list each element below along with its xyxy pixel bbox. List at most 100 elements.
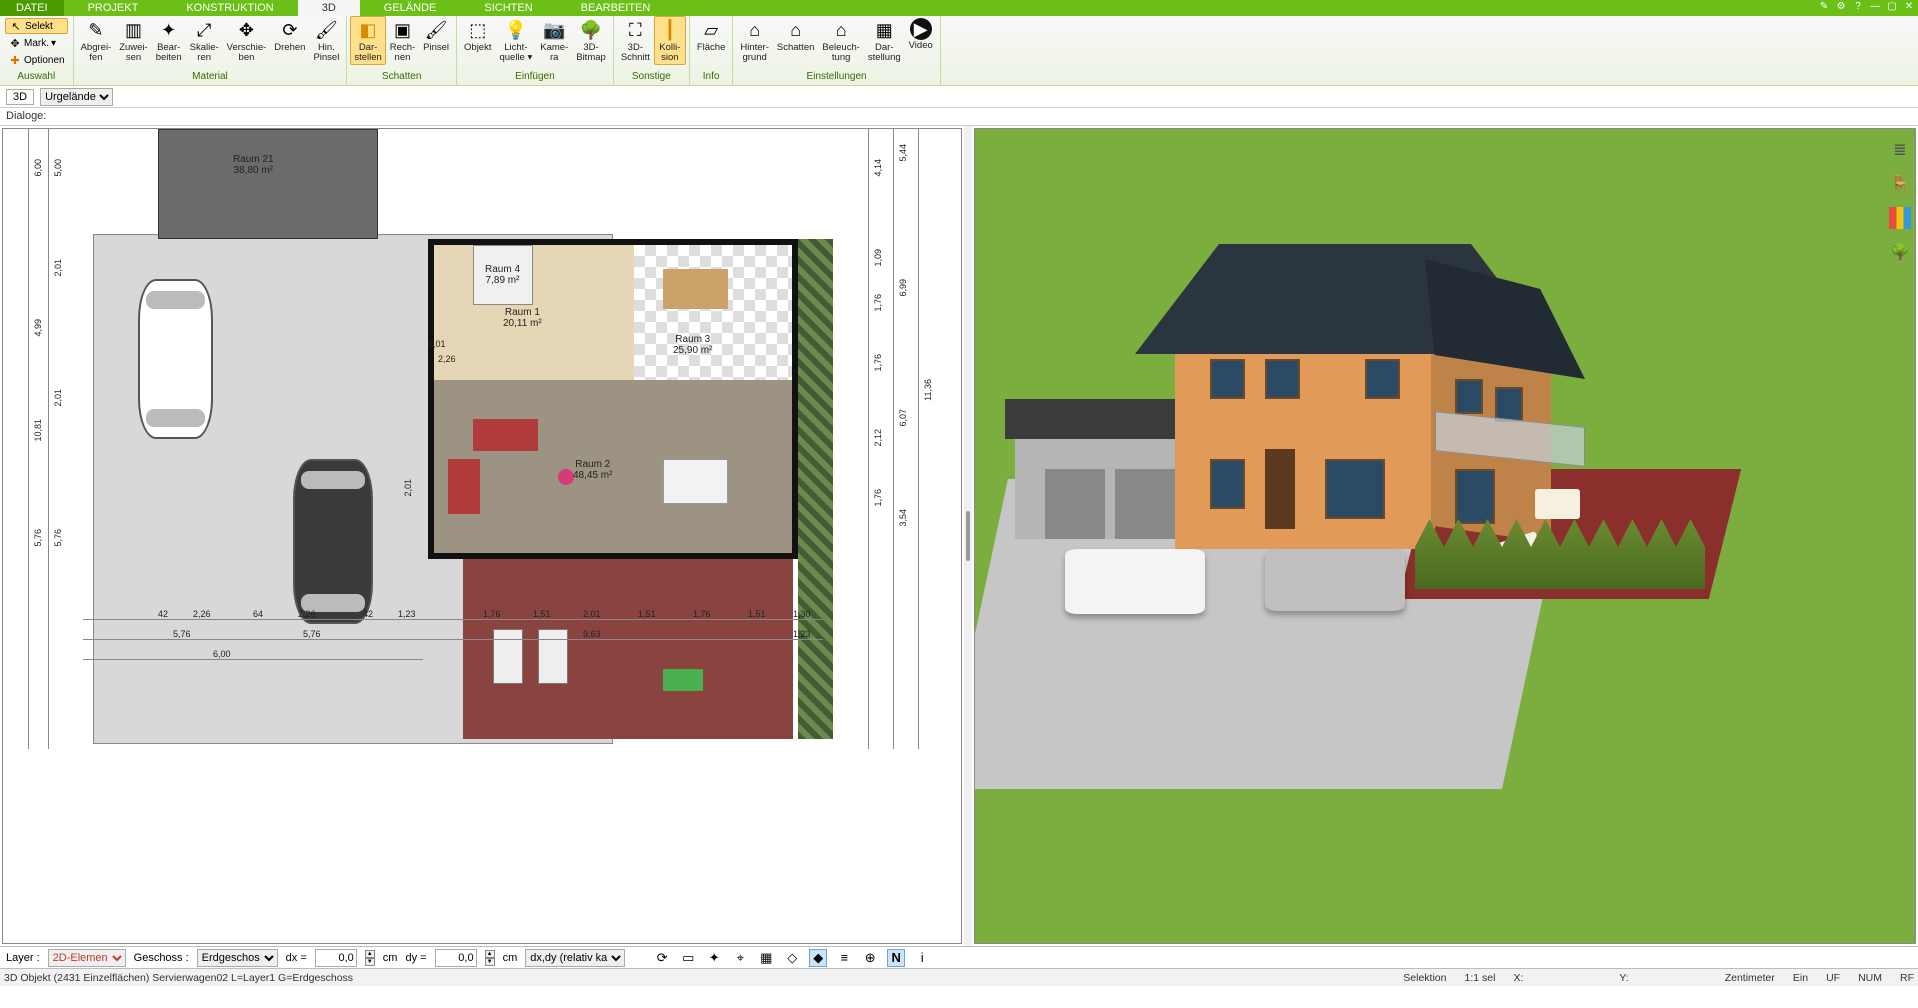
maximize-icon[interactable]: ▢ — [1885, 0, 1899, 14]
hintergrund-button[interactable]: ⌂Hinter- grund — [736, 16, 773, 65]
mark-button[interactable]: ✥Mark.▾ — [5, 35, 68, 51]
layers-icon[interactable]: ≣ — [1889, 139, 1911, 161]
schatten-pinsel-button[interactable]: 🖌Pinsel — [419, 16, 453, 55]
calc-icon: ▣ — [390, 18, 414, 42]
car-white-3d — [1065, 549, 1205, 614]
window-controls: ✎ ⚙ ? — ▢ ✕ — [1817, 0, 1918, 14]
dx-label: dx = — [286, 952, 307, 964]
tree-toggle-icon[interactable]: 🌳 — [1889, 241, 1911, 263]
darstellen-button[interactable]: ◧Dar- stellen — [350, 16, 385, 65]
dim: 6,07 — [898, 409, 908, 427]
tab-gelaende[interactable]: GELÄNDE — [360, 0, 461, 16]
objekt-button[interactable]: ⬚Objekt — [460, 16, 495, 55]
layer-select[interactable]: 2D-Elemen — [48, 949, 126, 967]
ribbon-group-einfuegen: ⬚Objekt 💡Licht- quelle ▾ 📷Kame- ra 🌳3D- … — [457, 16, 614, 85]
move-icon: ✥ — [234, 18, 258, 42]
area-icon: ▱ — [699, 18, 723, 42]
tab-bearbeiten[interactable]: BEARBEITEN — [557, 0, 675, 16]
skalieren-button[interactable]: ⤢Skalie- ren — [186, 16, 223, 65]
status-selection: Selektion — [1403, 972, 1446, 984]
abgreifen-button[interactable]: ✎Abgrei- fen — [77, 16, 116, 65]
car-white-plan — [138, 279, 213, 439]
lichtquelle-button[interactable]: 💡Licht- quelle ▾ — [495, 16, 536, 65]
pencil-icon[interactable]: ✎ — [1817, 0, 1831, 14]
tool-target-icon[interactable]: ⊕ — [861, 949, 879, 967]
ribbon-group-schatten: ◧Dar- stellen ▣Rech- nen 🖌Pinsel Schatte… — [347, 16, 457, 85]
dim: 1,76 — [873, 489, 883, 507]
dim: 64 — [253, 609, 263, 619]
tab-sichten[interactable]: SICHTEN — [460, 0, 556, 16]
terrain-select[interactable]: Urgelände — [40, 88, 113, 106]
selekt-button[interactable]: ↖Selekt — [5, 18, 68, 34]
tool-lines-icon[interactable]: ≡ — [835, 949, 853, 967]
tool-clock-icon[interactable]: ⟳ — [653, 949, 671, 967]
video-button[interactable]: ▶Video — [905, 16, 937, 53]
palette-icon[interactable]: ▦ — [1889, 207, 1911, 229]
edit-icon: ✦ — [157, 18, 181, 42]
tool-i-icon[interactable]: i — [913, 949, 931, 967]
bearbeiten-button[interactable]: ✦Bear- beiten — [152, 16, 186, 65]
floor-select[interactable]: Erdgeschos — [197, 949, 278, 967]
schatten-button[interactable]: ⌂Schatten — [773, 16, 819, 55]
darstellung-button[interactable]: ▦Dar- stellung — [864, 16, 905, 65]
gear-icon[interactable]: ⚙ — [1834, 0, 1848, 14]
lichtquelle-label: Licht- quelle ▾ — [499, 43, 532, 63]
tab-file[interactable]: DATEI — [0, 0, 64, 16]
tab-projekt[interactable]: PROJEKT — [64, 0, 163, 16]
tool-snap3-icon[interactable]: ◆ — [809, 949, 827, 967]
coordmode-select[interactable]: dx,dy (relativ ka — [525, 949, 625, 967]
tool-snap2-icon[interactable]: ⌖ — [731, 949, 749, 967]
dx-spinner[interactable]: ▲▼ — [365, 950, 375, 966]
flaeche-button[interactable]: ▱Fläche — [693, 16, 730, 55]
tool-ortho-icon[interactable]: ◇ — [783, 949, 801, 967]
status-num: NUM — [1858, 972, 1882, 984]
furniture-icon[interactable]: 🪑 — [1889, 173, 1911, 195]
sub-toolbar: 3D Urgelände — [0, 86, 1918, 108]
help-icon[interactable]: ? — [1851, 0, 1865, 14]
play-icon: ▶ — [910, 18, 932, 40]
view-splitter[interactable] — [964, 126, 972, 946]
hinpinsel-button[interactable]: 🖌Hin. Pinsel — [309, 16, 343, 65]
view-3d[interactable]: ≣ 🪑 ▦ 🌳 — [974, 128, 1916, 944]
beleuchtung-button[interactable]: ⌂Beleuch- tung — [818, 16, 864, 65]
kollision-button[interactable]: ┃Kolli- sion — [654, 16, 686, 65]
window-3d — [1495, 387, 1523, 422]
bitmap-label: 3D- Bitmap — [576, 43, 606, 63]
main-tabstrip: DATEI PROJEKT KONSTRUKTION 3D GELÄNDE SI… — [0, 0, 1918, 16]
dim: 1,09 — [873, 249, 883, 267]
dim: 6,00 — [213, 649, 231, 659]
tool-n-icon[interactable]: N — [887, 949, 905, 967]
status-snap: Ein — [1793, 972, 1808, 984]
schnitt-button[interactable]: ⛶3D- Schnitt — [617, 16, 654, 65]
dim: 1,76 — [483, 609, 501, 619]
optionen-button[interactable]: ✚Optionen — [5, 52, 68, 68]
tool-snap1-icon[interactable]: ✦ — [705, 949, 723, 967]
window-3d — [1210, 459, 1245, 509]
garage-plan — [158, 129, 378, 239]
eyedropper-icon: ✎ — [84, 18, 108, 42]
drehen-button[interactable]: ⟳Drehen — [270, 16, 309, 55]
dy-input[interactable] — [435, 949, 477, 967]
kamera-button[interactable]: 📷Kame- ra — [536, 16, 572, 65]
room4-label: Raum 47,89 m² — [485, 264, 520, 286]
tab-konstruktion[interactable]: KONSTRUKTION — [162, 0, 297, 16]
tool-grid-icon[interactable]: ▦ — [757, 949, 775, 967]
bitmap-button[interactable]: 🌳3D- Bitmap — [572, 16, 610, 65]
dialog-bar: Dialoge: — [0, 108, 1918, 126]
tab-3d[interactable]: 3D — [298, 0, 360, 16]
dx-input[interactable] — [315, 949, 357, 967]
group-label: Info — [703, 71, 720, 85]
dim: 42 — [158, 609, 168, 619]
view-2d[interactable]: Raum 2138,80 m² Raum 47,89 m² Raum 120,1… — [2, 128, 962, 944]
verschieben-button[interactable]: ✥Verschie- ben — [223, 16, 271, 65]
tool-rect-icon[interactable]: ▭ — [679, 949, 697, 967]
rechnen-button[interactable]: ▣Rech- nen — [386, 16, 419, 65]
status-rf: RF — [1900, 972, 1914, 984]
minimize-icon[interactable]: — — [1868, 0, 1882, 14]
close-icon[interactable]: ✕ — [1902, 0, 1916, 14]
dimline — [918, 129, 919, 749]
mark-label: Mark. — [24, 38, 49, 49]
zuweisen-button[interactable]: ▥Zuwei- sen — [115, 16, 152, 65]
dim: 5,76 — [53, 529, 63, 547]
dy-spinner[interactable]: ▲▼ — [485, 950, 495, 966]
